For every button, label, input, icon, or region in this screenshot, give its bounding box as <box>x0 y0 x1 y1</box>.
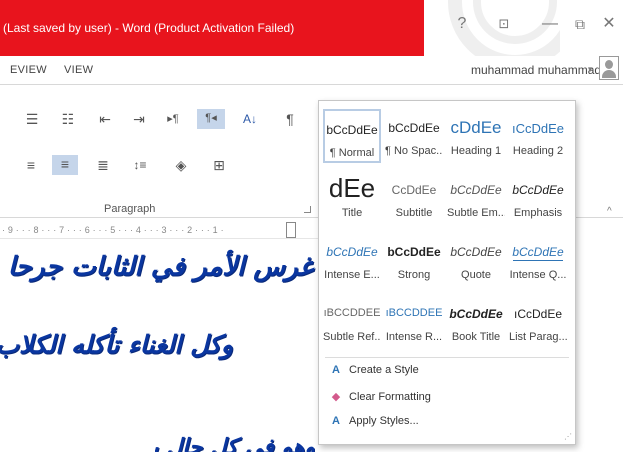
decrease-indent-icon[interactable]: ⇤ <box>94 110 116 130</box>
style-item[interactable]: ıCcDdEe List Parag... <box>509 295 567 349</box>
apply-styles-command[interactable]: A Apply Styles... <box>329 415 419 433</box>
clear-formatting-icon: ◆ <box>331 391 341 403</box>
show-marks-icon[interactable]: ¶ <box>280 110 300 130</box>
window-title: (Last saved by user) - Word (Product Act… <box>3 21 295 35</box>
title-bar: (Last saved by user) - Word (Product Act… <box>0 0 623 56</box>
style-item[interactable]: dEe Title <box>323 171 381 225</box>
gallery-separator <box>325 357 569 358</box>
create-style-command[interactable]: A Create a Style <box>329 364 419 382</box>
document-line: وكل الغناء تأكله الكلاب <box>0 330 233 359</box>
resize-grip-icon[interactable]: ⋰ <box>564 432 572 441</box>
style-name: Emphasis <box>513 207 563 219</box>
chevron-down-icon[interactable]: ▾ <box>588 64 593 75</box>
style-item[interactable]: bCcDdEe Subtle Em... <box>447 171 505 225</box>
sort-icon[interactable]: A↓ <box>238 110 262 130</box>
ruler-ticks: · 9 · · · 8 · · · 7 · · · 6 · · · 5 · · … <box>2 225 224 235</box>
style-sample: ıCcDdEe <box>511 121 565 136</box>
document-line: غرس الأمر في الثابات جرحا <box>7 252 313 282</box>
style-sample: ıCcDdEe <box>513 307 563 321</box>
collapse-ribbon-button[interactable]: ^ <box>607 206 612 217</box>
style-item[interactable]: bCcDdEe Intense Q... <box>509 233 567 287</box>
style-sample: dEe <box>328 173 376 203</box>
style-name: Subtitle <box>395 207 433 219</box>
document-line: وهو في كل حال يبقى <box>155 434 315 452</box>
align-center-icon[interactable]: ≡ <box>52 155 78 175</box>
apply-styles-label: Apply Styles... <box>349 415 419 427</box>
apply-styles-icon: A <box>332 415 340 427</box>
style-item[interactable]: ıCcDdEe Heading 2 <box>509 109 567 163</box>
bullets-icon[interactable]: ☰ <box>20 110 44 130</box>
title-bar-banner: (Last saved by user) - Word (Product Act… <box>0 0 424 56</box>
user-account-name[interactable]: muhammad muhammad <box>471 63 601 77</box>
increase-indent-icon[interactable]: ⇥ <box>128 110 150 130</box>
style-name: ¶ Normal <box>329 147 375 159</box>
numbering-icon[interactable]: ☷ <box>56 110 80 130</box>
style-sample: bCcDdEe <box>450 183 502 197</box>
style-sample: CcDdEe <box>391 183 437 197</box>
borders-icon[interactable]: ⊞ <box>208 156 230 176</box>
ltr-icon[interactable]: ▸¶ <box>160 110 186 130</box>
shading-icon[interactable]: ◈ <box>170 156 192 176</box>
style-item[interactable]: ıBCCDDEE Subtle Ref... <box>323 295 381 349</box>
intense-quote-underline <box>513 260 563 261</box>
style-sample: bCcDdEe <box>387 245 441 259</box>
create-style-label: Create a Style <box>349 364 419 376</box>
paragraph-dialog-launcher-icon[interactable] <box>304 206 311 213</box>
style-sample: ıBCCDDEE <box>323 307 381 319</box>
style-item[interactable]: bCcDdEe Emphasis <box>509 171 567 225</box>
style-name: Strong <box>397 269 431 281</box>
style-item[interactable]: ıBCCDDEE Intense R... <box>385 295 443 349</box>
style-item[interactable]: bCcDdEe Book Title <box>447 295 505 349</box>
style-name: Heading 2 <box>512 145 564 157</box>
style-sample: bCcDdEe <box>512 183 564 197</box>
style-item[interactable]: cDdEe Heading 1 <box>447 109 505 163</box>
avatar[interactable] <box>599 56 619 80</box>
style-name: Intense Q... <box>509 269 567 281</box>
style-sample: bCcDdEe <box>512 245 564 259</box>
indent-marker-icon[interactable] <box>286 222 296 238</box>
paragraph-group-label: Paragraph <box>104 203 156 215</box>
style-item[interactable]: bCcDdEe ¶ No Spac... <box>385 109 443 163</box>
horizontal-ruler[interactable]: · 9 · · · 8 · · · 7 · · · 6 · · · 5 · · … <box>0 223 320 239</box>
styles-gallery: bCcDdEe ¶ Normal bCcDdEe ¶ No Spac... cDdEe H… <box>318 100 576 445</box>
style-item[interactable]: bCcDdEe Strong <box>385 233 443 287</box>
style-sample: cDdEe <box>450 118 502 137</box>
clear-formatting-command[interactable]: ◆ Clear Formatting <box>329 390 431 408</box>
clear-formatting-label: Clear Formatting <box>349 391 431 403</box>
style-name: Title <box>341 207 363 219</box>
ribbon-display-options-button[interactable]: ⊡ <box>491 14 517 34</box>
style-name: Heading 1 <box>450 145 502 157</box>
style-sample: bCcDdEe <box>388 121 440 135</box>
close-button[interactable]: ✕ <box>596 14 622 34</box>
style-name: Intense E... <box>324 269 380 281</box>
style-item[interactable]: bCcDdEe ¶ Normal <box>323 109 381 163</box>
style-name: Subtle Em... <box>447 207 505 219</box>
style-sample: bCcDdEe <box>450 245 502 259</box>
create-style-icon: A <box>332 364 340 376</box>
style-sample: bCcDdEe <box>326 123 378 137</box>
line-spacing-icon[interactable]: ↕≡ <box>126 156 154 176</box>
style-name: Quote <box>461 269 491 281</box>
style-item[interactable]: CcDdEe Subtitle <box>385 171 443 225</box>
style-sample: bCcDdEe <box>449 307 503 321</box>
minimize-button[interactable]: — <box>537 14 563 34</box>
document-line-clipped: وهو في كل حال يبقى <box>155 432 315 452</box>
tab-review[interactable]: EVIEW <box>10 64 47 76</box>
align-left-icon[interactable]: ≡ <box>20 156 42 176</box>
restore-button[interactable]: ⧉ <box>567 14 593 34</box>
rtl-icon[interactable]: ¶◂ <box>197 109 225 129</box>
style-item[interactable]: bCcDdEe Intense E... <box>323 233 381 287</box>
style-item[interactable]: bCcDdEe Quote <box>447 233 505 287</box>
word-window: (Last saved by user) - Word (Product Act… <box>0 0 623 452</box>
style-name: Subtle Ref... <box>323 331 381 343</box>
justify-icon[interactable]: ≣ <box>92 156 114 176</box>
style-name: Intense R... <box>385 331 443 343</box>
style-name: ¶ No Spac... <box>385 145 443 157</box>
style-name: Book Title <box>451 331 501 343</box>
help-button[interactable]: ? <box>449 14 475 34</box>
style-sample: ıBCCDDEE <box>385 307 443 319</box>
tab-view[interactable]: VIEW <box>64 64 93 76</box>
style-name: List Parag... <box>509 331 567 343</box>
style-sample: bCcDdEe <box>326 245 378 259</box>
